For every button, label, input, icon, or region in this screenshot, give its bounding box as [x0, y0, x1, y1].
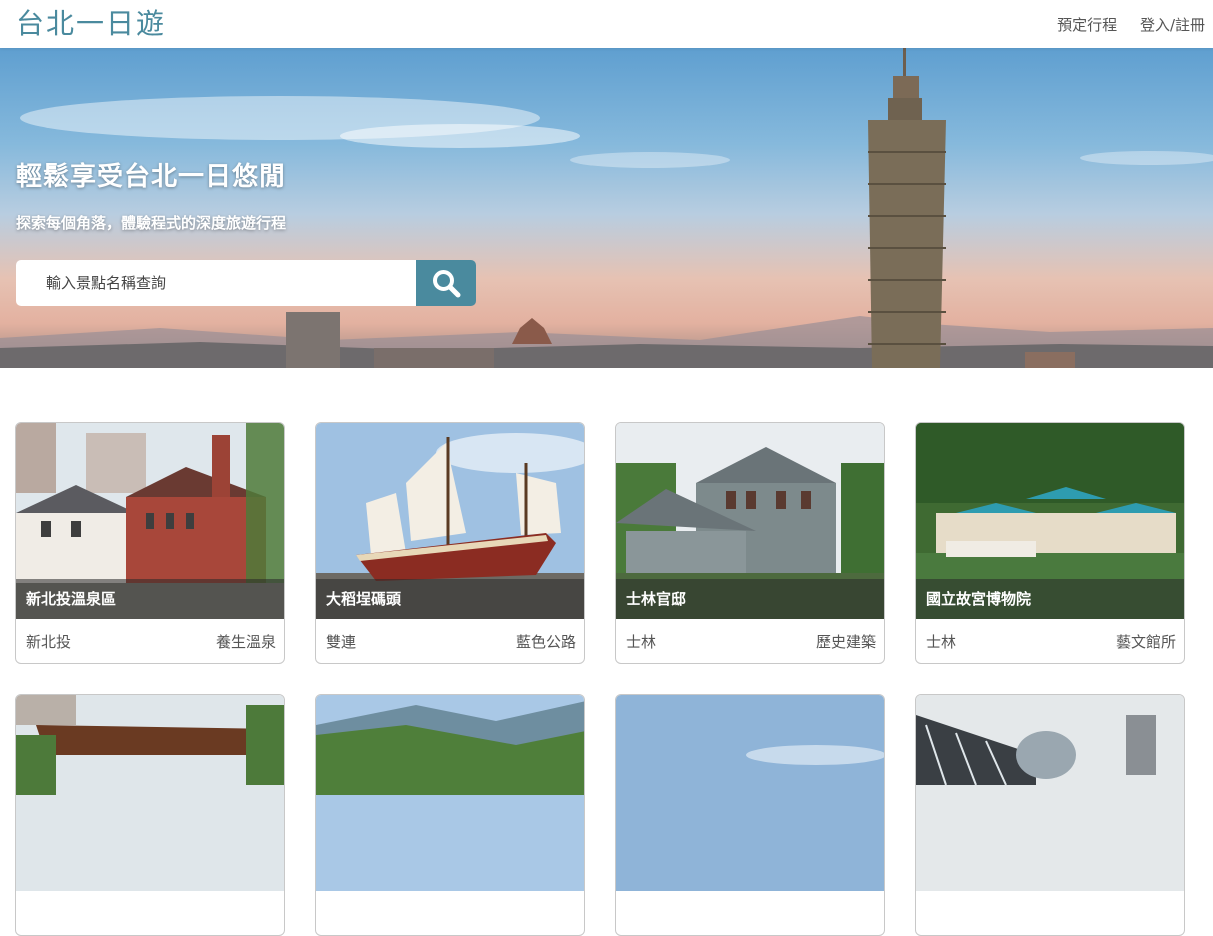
attraction-card[interactable] [315, 694, 585, 936]
attraction-district: 雙連 [326, 633, 357, 651]
attraction-card[interactable] [915, 694, 1185, 936]
attraction-name: 大稻埕碼頭 [316, 579, 584, 619]
attraction-name: 國立故宮博物院 [916, 579, 1184, 619]
search-button[interactable] [416, 260, 476, 306]
attraction-image [616, 695, 884, 891]
attraction-category: 養生溫泉 [215, 633, 276, 651]
attraction-image [916, 695, 1184, 891]
nav-links: 預定行程 登入/註冊 [1039, 14, 1205, 35]
hero-subtitle: 探索每個角落，體驗程式的深度旅遊行程 [16, 214, 287, 232]
attraction-category: 藝文館所 [1115, 633, 1176, 651]
attraction-image [316, 695, 584, 891]
hero-background-image [0, 48, 1213, 368]
attraction-category: 藍色公路 [515, 633, 576, 651]
hero-title: 輕鬆享受台北一日悠閒 [16, 162, 287, 192]
attraction-category: 歷史建築 [815, 633, 876, 651]
attraction-card[interactable]: 大稻埕碼頭 雙連 藍色公路 [315, 422, 585, 664]
attraction-district: 士林 [626, 633, 657, 651]
attraction-card[interactable] [15, 694, 285, 936]
attraction-district: 士林 [926, 633, 957, 651]
hero-banner: 輕鬆享受台北一日悠閒 探索每個角落，體驗程式的深度旅遊行程 [0, 48, 1213, 368]
attraction-footer: 士林 藝文館所 [916, 619, 1184, 663]
attraction-image [16, 695, 284, 891]
nav-booking-link[interactable]: 預定行程 [1057, 16, 1117, 34]
attraction-footer: 新北投 養生溫泉 [16, 619, 284, 663]
attraction-card[interactable]: 士林官邸 士林 歷史建築 [615, 422, 885, 664]
top-navbar: 台北一日遊 預定行程 登入/註冊 [0, 0, 1213, 48]
attraction-card[interactable] [615, 694, 885, 936]
attraction-name: 新北投溫泉區 [16, 579, 284, 619]
nav-login-link[interactable]: 登入/註冊 [1140, 16, 1205, 34]
site-logo[interactable]: 台北一日遊 [16, 4, 166, 44]
attraction-name: 士林官邸 [616, 579, 884, 619]
attraction-card[interactable]: 新北投溫泉區 新北投 養生溫泉 [15, 422, 285, 664]
attraction-card[interactable]: 國立故宮博物院 士林 藝文館所 [915, 422, 1185, 664]
search-input[interactable] [16, 260, 416, 306]
attraction-footer: 雙連 藍色公路 [316, 619, 584, 663]
search-icon [433, 270, 461, 298]
attraction-footer: 士林 歷史建築 [616, 619, 884, 663]
attraction-district: 新北投 [26, 633, 72, 651]
